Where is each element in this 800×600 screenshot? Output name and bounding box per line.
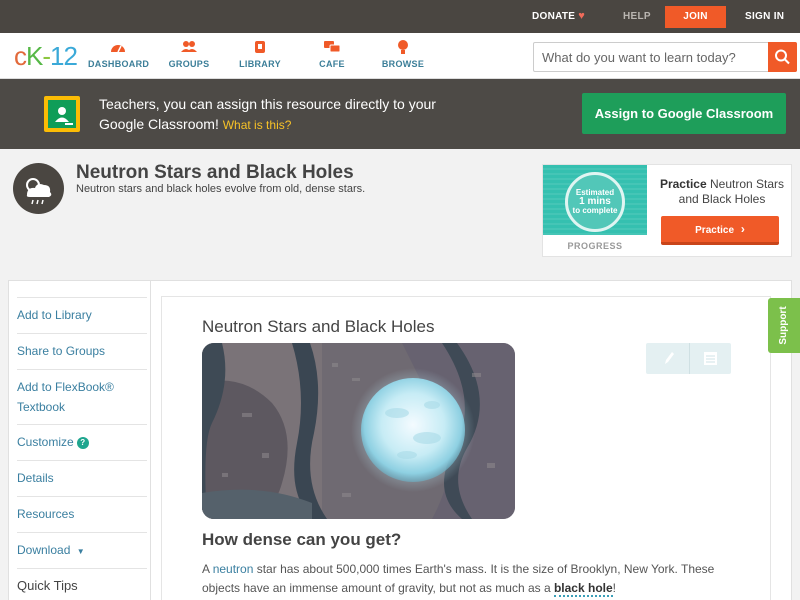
notes-button[interactable] <box>689 343 731 374</box>
library-icon <box>255 41 265 53</box>
nav-library[interactable]: LIBRARY <box>238 39 282 69</box>
practice-title-bold: Practice <box>659 177 707 191</box>
sidebar-item-add-to-library[interactable]: Add to Library <box>17 297 147 333</box>
nav-groups-label: GROUPS <box>168 59 210 69</box>
para-text-b: star has about 500,000 times Earth's mas… <box>202 562 715 595</box>
practice-progress-image: Estimated 1 mins to complete <box>543 165 647 235</box>
sidebar: Add to Library Share to Groups Add to Fl… <box>8 280 151 600</box>
lesson-paragraph: A neutron star has about 500,000 times E… <box>202 560 742 598</box>
concept-subtitle: Neutron stars and black holes evolve fro… <box>76 183 366 195</box>
nav-dashboard-label: DASHBOARD <box>88 59 150 69</box>
para-text-a: A <box>202 562 213 576</box>
sidebar-item-quick-tips[interactable]: Quick Tips <box>17 568 147 600</box>
black-hole-vocab-term[interactable]: black hole <box>553 581 613 597</box>
sidebar-item-customize[interactable]: Customize? <box>17 424 147 460</box>
annotate-pencil-button[interactable] <box>646 343 689 374</box>
nav-groups[interactable]: GROUPS <box>166 39 212 69</box>
logo-12: 12 <box>50 41 78 71</box>
lesson-tools <box>646 343 731 374</box>
google-classroom-icon <box>44 96 80 132</box>
pencil-icon <box>665 352 674 364</box>
gauge-icon <box>111 45 125 53</box>
estimated-mins: 1 mins <box>579 196 611 207</box>
weather-cloud-icon <box>13 163 64 214</box>
donate-label: DONATE <box>532 11 576 22</box>
google-classroom-banner: Teachers, you can assign this resource d… <box>0 79 800 149</box>
sidebar-item-details[interactable]: Details <box>17 460 147 496</box>
chat-bubbles-icon <box>324 41 341 53</box>
caret-down-icon: ▼ <box>76 547 85 556</box>
support-label: Support <box>778 306 789 345</box>
sidebar-item-share-to-groups[interactable]: Share to Groups <box>17 333 147 369</box>
customize-label: Customize <box>17 435 74 449</box>
search-button[interactable] <box>768 42 797 72</box>
search-icon <box>775 49 790 65</box>
concept-header: Neutron Stars and Black Holes Neutron st… <box>0 149 800 277</box>
google-classroom-text: Teachers, you can assign this resource d… <box>99 94 439 135</box>
nav-cafe-label: CAFE <box>319 59 345 69</box>
section-heading: How dense can you get? <box>202 530 402 549</box>
help-link[interactable]: HELP <box>623 0 651 33</box>
main-nav: cK-12 DASHBOARD GROUPS LIBRARY CAFE BROW… <box>0 33 800 79</box>
search-box <box>533 42 797 72</box>
nav-browse-label: BROWSE <box>381 59 425 69</box>
chevron-right-icon: › <box>740 222 745 236</box>
logo-k: K <box>26 41 43 71</box>
help-question-icon[interactable]: ? <box>76 437 89 449</box>
lesson-title: Neutron Stars and Black Holes <box>202 317 435 336</box>
lightbulb-icon <box>398 40 408 54</box>
neutron-star-over-city-image <box>202 343 515 519</box>
logo-c: c <box>14 41 27 71</box>
concept-title: Neutron Stars and Black Holes <box>76 162 354 183</box>
neutron-link[interactable]: neutron <box>213 562 254 576</box>
search-input[interactable] <box>534 43 766 71</box>
join-button[interactable]: JOIN <box>665 6 726 28</box>
sidebar-item-resources[interactable]: Resources <box>17 496 147 532</box>
nav-dashboard[interactable]: DASHBOARD <box>88 39 150 69</box>
practice-card: Estimated 1 mins to complete PROGRESS Pr… <box>542 164 792 257</box>
to-complete-label: to complete <box>572 206 618 215</box>
practice-button[interactable]: Practice › <box>661 216 779 245</box>
ck12-logo[interactable]: cK-12 <box>14 41 78 71</box>
nav-browse[interactable]: BROWSE <box>380 39 426 69</box>
notes-icon <box>704 352 717 365</box>
progress-circle: Estimated 1 mins to complete <box>565 172 625 232</box>
logo-dash: - <box>42 41 51 71</box>
support-tab[interactable]: Support <box>768 298 800 353</box>
main-content: Neutron Stars and Black Holes How dense … <box>151 280 792 600</box>
practice-button-label: Practice <box>695 225 735 236</box>
sign-in-link[interactable]: SIGN IN <box>745 0 784 33</box>
nav-library-label: LIBRARY <box>239 59 281 69</box>
people-icon <box>181 41 197 52</box>
top-bar: DONATE ♥ HELP JOIN SIGN IN <box>0 0 800 33</box>
para-text-c: ! <box>612 581 616 595</box>
assign-google-classroom-button[interactable]: Assign to Google Classroom <box>582 93 786 134</box>
practice-title: Practice Neutron Stars and Black Holes <box>653 177 791 207</box>
heart-icon: ♥ <box>578 10 586 22</box>
what-is-this-link[interactable]: What is this? <box>223 118 292 132</box>
lesson-panel: Neutron Stars and Black Holes How dense … <box>161 296 771 600</box>
download-label: Download <box>17 543 71 557</box>
progress-label: PROGRESS <box>567 241 623 251</box>
nav-cafe[interactable]: CAFE <box>316 39 348 69</box>
sidebar-item-add-to-flexbook[interactable]: Add to FlexBook® Textbook <box>17 369 147 424</box>
donate-link[interactable]: DONATE ♥ <box>532 0 585 33</box>
sidebar-item-download[interactable]: Download ▼ <box>17 532 147 568</box>
